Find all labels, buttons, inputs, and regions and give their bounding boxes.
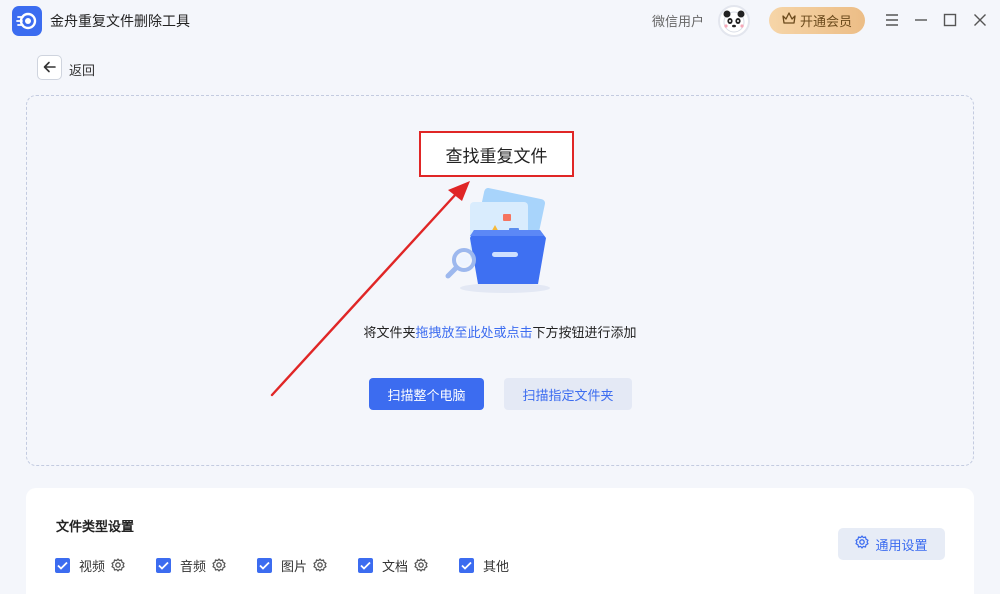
type-label-image: 图片 — [281, 559, 308, 575]
checkbox-audio[interactable] — [156, 557, 171, 573]
back-arrow-icon — [43, 58, 56, 77]
general-settings-button[interactable]: 通用设置 — [838, 528, 945, 560]
back-button[interactable] — [37, 55, 62, 80]
gear-icon[interactable] — [212, 558, 226, 572]
page-title: 查找重复文件 — [445, 146, 548, 167]
drop-instruction: 将文件夹拖拽放至此处或点击下方按钮进行添加 — [0, 322, 1000, 341]
type-label-video: 视频 — [79, 559, 106, 575]
type-item-video: 视频 — [55, 556, 125, 575]
gear-icon[interactable] — [313, 558, 327, 572]
app-logo-icon — [12, 6, 42, 36]
drop-prefix: 将文件夹 — [363, 326, 416, 341]
menu-icon[interactable] — [882, 10, 902, 30]
crown-icon — [782, 12, 796, 29]
vip-label: 开通会员 — [799, 15, 852, 30]
vip-button[interactable]: 开通会员 — [769, 7, 865, 34]
back-label[interactable]: 返回 — [69, 60, 95, 79]
app-title: 金舟重复文件删除工具 — [50, 14, 190, 30]
checkbox-document[interactable] — [358, 557, 373, 573]
folder-search-illustration — [440, 187, 560, 296]
general-settings-label: 通用设置 — [875, 538, 928, 554]
scan-folder-button[interactable]: 扫描指定文件夹 — [504, 378, 632, 410]
maximize-icon[interactable] — [940, 10, 960, 30]
drop-link[interactable]: 拖拽放至此处或点击 — [415, 326, 532, 341]
type-label-other: 其他 — [483, 559, 510, 575]
type-item-other: 其他 — [459, 556, 515, 575]
checkbox-other[interactable] — [459, 557, 474, 573]
type-item-audio: 音频 — [156, 556, 226, 575]
type-label-document: 文档 — [382, 559, 409, 575]
type-label-audio: 音频 — [180, 559, 207, 575]
checkbox-video[interactable] — [55, 557, 70, 573]
scan-pc-button[interactable]: 扫描整个电脑 — [369, 378, 484, 410]
close-icon[interactable] — [970, 10, 990, 30]
gear-icon — [855, 535, 870, 553]
settings-title: 文件类型设置 — [56, 520, 135, 535]
gear-icon[interactable] — [414, 558, 428, 572]
user-name[interactable]: 微信用户 — [652, 11, 704, 30]
title-bar: 金舟重复文件删除工具 微信用户 开通会员 — [0, 0, 1000, 40]
avatar[interactable] — [718, 5, 750, 37]
file-type-settings-panel — [26, 488, 974, 594]
type-item-document: 文档 — [358, 556, 428, 575]
highlight-box: 查找重复文件 — [419, 131, 574, 177]
type-item-image: 图片 — [257, 556, 327, 575]
minimize-icon[interactable] — [911, 10, 931, 30]
checkbox-image[interactable] — [257, 557, 272, 573]
gear-icon[interactable] — [111, 558, 125, 572]
drop-suffix: 下方按钮进行添加 — [532, 326, 637, 341]
